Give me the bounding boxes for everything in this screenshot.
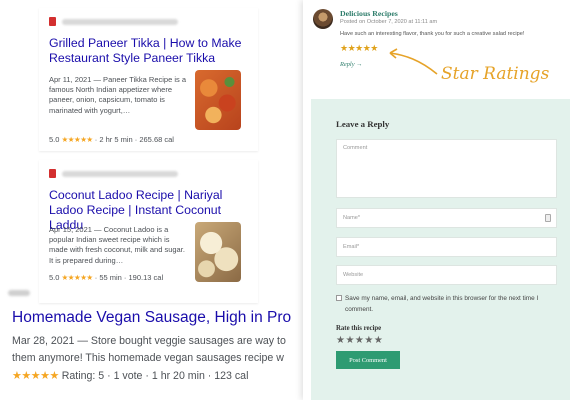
result-time-cal: · 2 hr 5 min · 265.68 cal (94, 135, 174, 144)
star-rating-icon: ★★★★★ (61, 273, 94, 282)
blurred-url (8, 290, 30, 296)
main-result-snippet: Mar 28, 2021 — Store bought veggie sausa… (12, 333, 312, 367)
rating-value: 5.0 (49, 135, 60, 144)
search-result-card: Grilled Paneer Tikka | How to Make Resta… (39, 8, 258, 151)
comment-textarea[interactable]: Comment (336, 139, 557, 198)
result-url-row[interactable] (49, 17, 178, 26)
post-comment-button[interactable]: Post Comment (336, 351, 400, 369)
result-meta: 5.0 ★★★★★ · 55 min · 190.13 cal (49, 273, 199, 283)
result-meta: 5.0 ★★★★★ · 2 hr 5 min · 265.68 cal (49, 135, 199, 145)
paneer-tikka-thumbnail[interactable] (195, 70, 241, 130)
name-placeholder: Name* (343, 215, 361, 221)
snippet-line: them anymore! This homemade vegan sausag… (12, 352, 284, 364)
email-placeholder: Email* (343, 244, 360, 250)
main-result-title-link[interactable]: Homemade Vegan Sausage, High in Pro (12, 309, 291, 327)
site-favicon-icon (49, 17, 56, 26)
main-result-meta: ★★★★★ Rating: 5 · 1 vote · 1 hr 20 min ·… (12, 369, 248, 382)
save-info-label: Save my name, email, and website in this… (345, 295, 539, 313)
name-field[interactable]: Name* (336, 208, 557, 228)
password-manager-icon[interactable] (545, 214, 551, 222)
star-rating-icon: ★★★★★ (61, 135, 94, 144)
comment-star-rating-icon: ★★★★★ (340, 43, 378, 53)
comment-text: Have such an interesting flavor, thank y… (340, 31, 525, 37)
result-snippet: Apr 11, 2021 — Paneer Tikka Recipe is a … (49, 75, 187, 115)
comment-author[interactable]: Delicious Recipes (340, 9, 398, 18)
website-field[interactable]: Website (336, 265, 557, 285)
snippet-line: Mar 28, 2021 — Store bought veggie sausa… (12, 335, 286, 347)
email-field[interactable]: Email* (336, 237, 557, 257)
main-result-rating-text: Rating: 5 · 1 vote · 1 hr 20 min · 123 c… (61, 370, 249, 382)
reply-link[interactable]: Reply → (340, 61, 363, 68)
site-favicon-icon (49, 169, 56, 178)
page: Grilled Paneer Tikka | How to Make Resta… (0, 0, 570, 400)
save-info-checkbox[interactable] (336, 295, 342, 301)
rating-value: 5.0 (49, 273, 60, 282)
result-title-link[interactable]: Grilled Paneer Tikka | How to Make Resta… (49, 36, 254, 66)
result-url-row[interactable] (49, 169, 178, 178)
avatar (313, 9, 333, 29)
rate-recipe-label: Rate this recipe (336, 325, 382, 332)
blurred-url (62, 18, 178, 25)
star-rating-icon: ★★★★★ (12, 370, 59, 382)
result-snippet: Apr 15, 2021 — Coconut Ladoo is a popula… (49, 225, 185, 265)
rate-stars-input[interactable]: ★★★★★ (336, 335, 383, 346)
comment-date: Posted on October 7, 2020 at 11:11 am (340, 19, 438, 25)
search-result-card: Coconut Ladoo Recipe | Nariyal Ladoo Rec… (39, 160, 258, 303)
star-ratings-annotation: Star Ratings (441, 64, 550, 84)
blurred-url (62, 170, 178, 177)
website-placeholder: Website (343, 272, 364, 278)
leave-reply-form: Leave a Reply Comment Name* Email* Websi… (311, 99, 570, 400)
result-time-cal: · 55 min · 190.13 cal (94, 273, 164, 282)
coconut-ladoo-thumbnail[interactable] (195, 222, 241, 282)
reply-heading: Leave a Reply (336, 119, 390, 129)
